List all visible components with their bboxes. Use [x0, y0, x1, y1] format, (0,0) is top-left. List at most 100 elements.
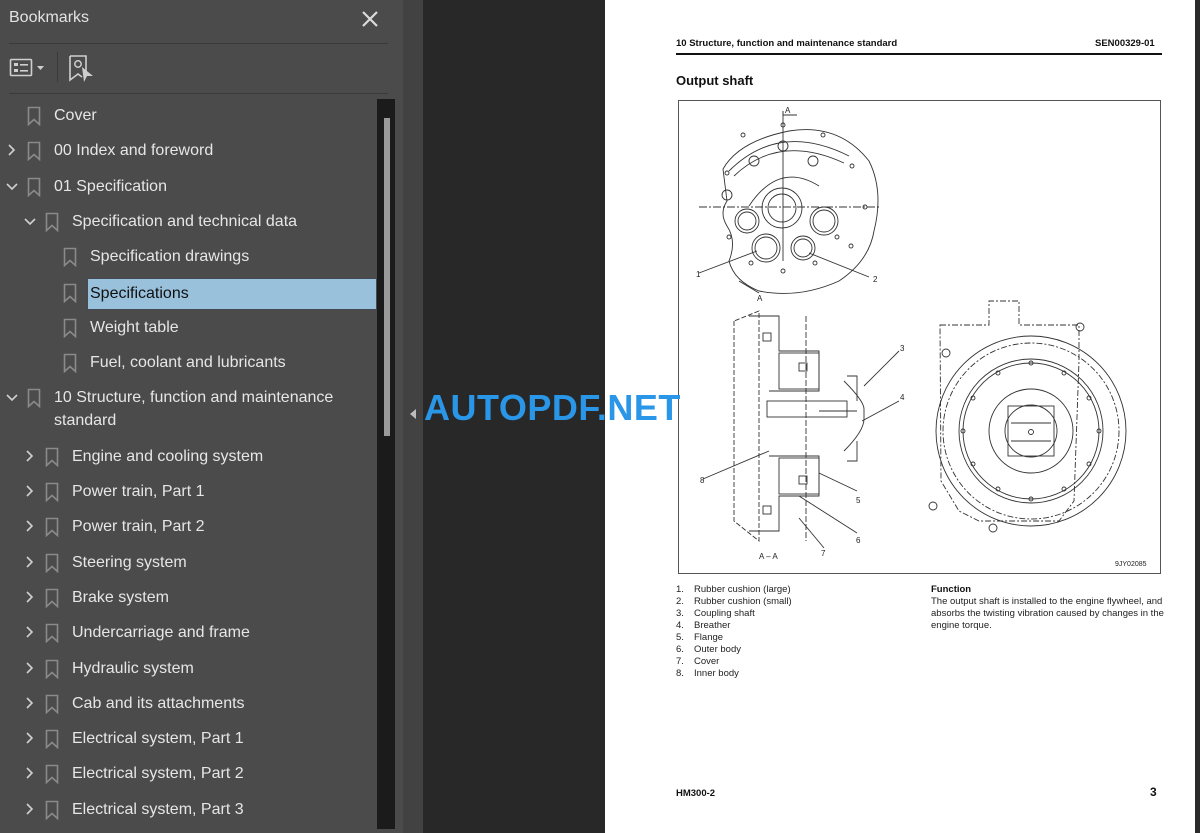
- part-name: Cover: [694, 656, 720, 667]
- chevron-right-icon[interactable]: [23, 484, 37, 498]
- bookmark-icon: [45, 482, 59, 502]
- bookmark-item[interactable]: Specification and technical data: [0, 204, 378, 239]
- chevron-right-icon[interactable]: [23, 519, 37, 533]
- bookmark-icon: [27, 141, 41, 162]
- figure-id: 9JY02085: [1115, 561, 1147, 568]
- panel-title: Bookmarks: [9, 9, 90, 26]
- chevron-down-icon[interactable]: [5, 390, 19, 404]
- bookmark-item[interactable]: Steering system: [0, 545, 378, 580]
- bookmark-item[interactable]: Hydraulic system: [0, 651, 378, 686]
- bookmark-item[interactable]: Cab and its attachments: [0, 686, 378, 721]
- bookmark-label: Hydraulic system: [72, 659, 194, 677]
- chevron-right-icon[interactable]: [23, 731, 37, 745]
- bookmarks-panel: Bookmarks Cover 00 Index and foreword 01…: [0, 0, 403, 833]
- part-name: Inner body: [694, 668, 739, 679]
- bookmark-item[interactable]: Electrical system, Part 1: [0, 721, 378, 756]
- bookmark-label: Power train, Part 1: [72, 483, 205, 500]
- bookmark-label: Cab and its attachments: [72, 694, 245, 712]
- bookmark-label: Weight table: [90, 318, 179, 336]
- bookmark-label: Electrical system, Part 2: [72, 765, 244, 783]
- pdf-viewer: Bookmarks Cover 00 Index and foreword 01…: [0, 0, 1200, 833]
- viewer-edge: [1195, 0, 1200, 833]
- header-rule: [676, 53, 1162, 55]
- bookmarks-tree: Cover 00 Index and foreword 01 Specificati…: [0, 98, 378, 833]
- bookmark-icon: [63, 353, 77, 374]
- bookmark-item[interactable]: Weight table: [0, 310, 378, 345]
- section-mark-bottom: A: [757, 294, 763, 303]
- bookmark-label: 00 Index and foreword: [54, 142, 214, 160]
- chevron-right-icon[interactable]: [23, 625, 37, 639]
- parts-list-item: 8. Inner body: [676, 668, 792, 680]
- options-menu-button[interactable]: [9, 56, 49, 80]
- bookmark-item[interactable]: 00 Index and foreword: [0, 133, 378, 168]
- bookmark-item[interactable]: Engine and cooling system: [0, 439, 378, 474]
- section-view-label: A – A: [759, 552, 778, 561]
- collapse-panel-button[interactable]: [407, 404, 419, 424]
- parts-list-item: 5. Flange: [676, 632, 792, 644]
- technical-drawing: A A 1 2 3 4 5 6 7 8 A – A 9JY02085: [696, 106, 1147, 568]
- chevron-right-icon[interactable]: [23, 802, 37, 816]
- bookmark-item[interactable]: 01 Specification: [0, 169, 378, 204]
- bookmark-icon: [63, 318, 77, 338]
- bookmark-label: Electrical system, Part 3: [72, 800, 244, 818]
- chevron-right-icon[interactable]: [5, 143, 19, 157]
- bookmark-item[interactable]: Power train, Part 1: [0, 474, 378, 509]
- bookmark-item[interactable]: Cover: [0, 98, 378, 133]
- chevron-down-icon[interactable]: [23, 214, 37, 228]
- chevron-right-icon[interactable]: [23, 449, 37, 463]
- chevron-right-icon[interactable]: [23, 555, 37, 569]
- triangle-left-icon: [410, 409, 416, 419]
- part-number: 7.: [676, 656, 684, 667]
- part-number: 5.: [676, 632, 684, 643]
- bookmark-item[interactable]: Undercarriage and frame: [0, 615, 378, 650]
- bookmark-label: 10 Structure, function and maintenance: [54, 389, 334, 407]
- chevron-right-icon[interactable]: [23, 590, 37, 604]
- bookmark-item[interactable]: Electrical system, Part 2: [0, 756, 378, 791]
- page-number: 3: [1150, 785, 1157, 799]
- bookmark-item[interactable]: 10 Structure, function and maintenance st…: [0, 380, 378, 438]
- bookmark-item[interactable]: Electrical system, Part 3: [0, 792, 378, 827]
- bookmark-item[interactable]: Specifications: [0, 275, 378, 310]
- bookmark-item[interactable]: Brake system: [0, 580, 378, 615]
- bookmark-icon: [45, 765, 59, 785]
- toolbar-divider: [9, 93, 388, 94]
- scrollbar-thumb[interactable]: [384, 118, 390, 436]
- bookmark-item[interactable]: Fuel, coolant and lubricants: [0, 345, 378, 380]
- function-description: The output shaft is installed to the eng…: [931, 596, 1164, 631]
- callout-3: 3: [900, 344, 905, 353]
- bookmark-item[interactable]: Power train, Part 2: [0, 509, 378, 544]
- bookmark-icon: [45, 588, 59, 608]
- part-number: 3.: [676, 608, 684, 619]
- callout-2: 2: [873, 275, 878, 284]
- part-number: 6.: [676, 644, 684, 655]
- bookmark-label: Cover: [54, 107, 97, 124]
- part-name: Outer body: [694, 644, 741, 655]
- toolbar-separator: [57, 52, 58, 82]
- bookmark-label: Specification drawings: [90, 248, 250, 266]
- bookmark-icon: [27, 177, 41, 197]
- chevron-down-icon[interactable]: [5, 179, 19, 193]
- chevron-right-icon[interactable]: [23, 661, 37, 675]
- bookmark-label: Electrical system, Part 1: [72, 730, 244, 748]
- bookmark-icon: [45, 694, 59, 714]
- bookmark-label: Engine and cooling system: [72, 447, 264, 465]
- bookmarks-toolbar: [0, 44, 403, 92]
- part-number: 2.: [676, 596, 684, 607]
- part-number: 1.: [676, 584, 684, 595]
- watermark-text: AUTOPDF.NET: [424, 387, 681, 428]
- chevron-right-icon[interactable]: [23, 696, 37, 710]
- chevron-right-icon[interactable]: [23, 766, 37, 780]
- bookmark-label: Undercarriage and frame: [72, 624, 250, 642]
- parts-list-item: 4. Breather: [676, 620, 792, 632]
- bookmark-item[interactable]: Specification drawings: [0, 239, 378, 274]
- close-panel-button[interactable]: [358, 7, 382, 31]
- bookmark-icon: [45, 800, 59, 820]
- housing-view-drawing: [928, 300, 1127, 533]
- callout-4: 4: [900, 393, 905, 402]
- parts-list: 1. Rubber cushion (large) 2. Rubber cushion…: [676, 584, 792, 680]
- bookmark-icon: [27, 106, 41, 126]
- find-current-bookmark-button[interactable]: [67, 54, 95, 84]
- bookmark-icon: [45, 659, 59, 679]
- bookmark-label: 01 Specification: [54, 177, 167, 195]
- bookmark-label: Steering system: [72, 553, 187, 571]
